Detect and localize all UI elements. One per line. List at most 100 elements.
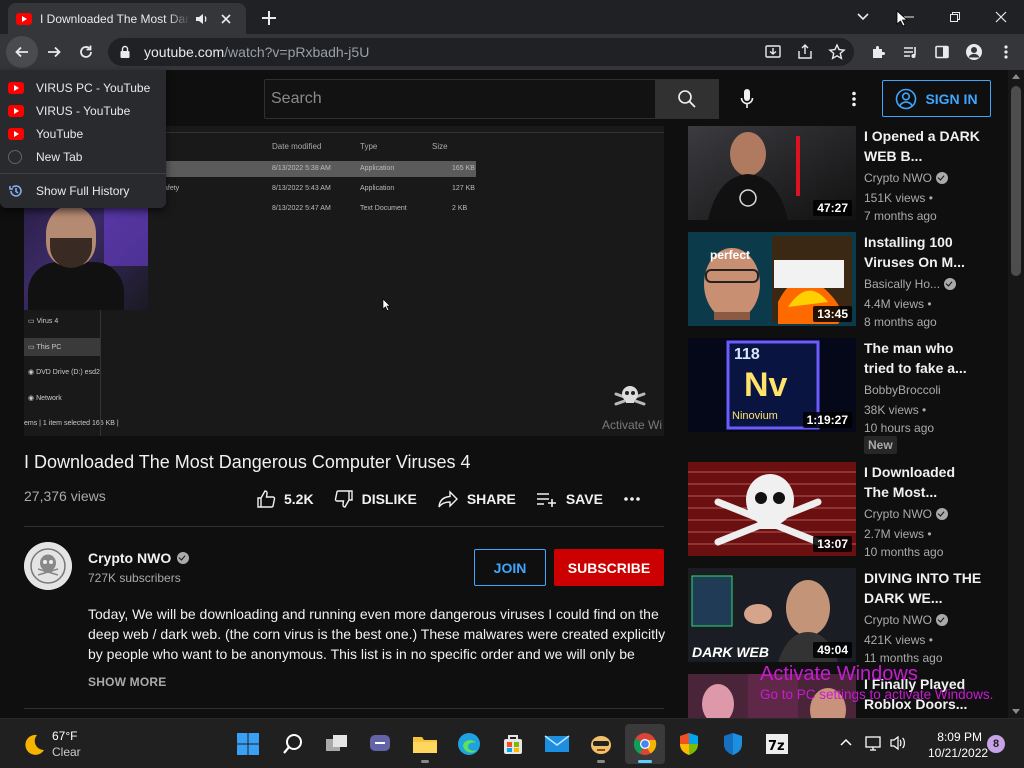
video-title[interactable]: I Downloaded The Most...: [864, 462, 982, 502]
edge-button[interactable]: [449, 724, 489, 764]
video-title[interactable]: DIVING INTO THE DARK WE...: [864, 568, 982, 608]
chrome-taskbar-button[interactable]: [625, 724, 665, 764]
lock-icon[interactable]: [118, 45, 132, 59]
volume-icon[interactable]: [889, 735, 907, 751]
video-thumbnail[interactable]: 13:07: [688, 462, 856, 556]
channel-name[interactable]: Crypto NWO: [864, 613, 949, 627]
video-title[interactable]: I Opened a DARK WEB B...: [864, 126, 982, 166]
show-full-history[interactable]: Show Full History: [0, 179, 166, 202]
voice-search-button[interactable]: [731, 83, 763, 115]
app-button[interactable]: [581, 724, 621, 764]
join-button[interactable]: JOIN: [474, 549, 546, 586]
chrome-menu-button[interactable]: [990, 38, 1022, 66]
channel-name-text: Crypto NWO: [864, 171, 933, 185]
show-hidden-icons-chevron-icon[interactable]: [839, 737, 853, 747]
weather-condition: Clear: [52, 745, 81, 759]
history-item-label: VIRUS - YouTube: [36, 103, 131, 118]
system-clock[interactable]: 8:09 PM 10/21/2022: [928, 729, 988, 761]
save-button[interactable]: SAVE: [536, 489, 603, 509]
scroll-up-arrow-icon[interactable]: [1012, 74, 1020, 79]
history-item[interactable]: New Tab: [0, 145, 166, 168]
search-box[interactable]: [264, 79, 656, 119]
store-button[interactable]: [493, 724, 533, 764]
defender-button[interactable]: [713, 724, 753, 764]
recommended-video[interactable]: DARK WEB 49:04 DIVING INTO THE DARK WE..…: [688, 568, 1008, 665]
restore-icon: [950, 12, 960, 22]
recommended-video[interactable]: 47:27 I Opened a DARK WEB B... Crypto NW…: [688, 126, 1008, 223]
video-title[interactable]: The man who tried to fake a...: [864, 338, 982, 378]
scrollbar-thumb[interactable]: [1011, 86, 1021, 276]
shield-multicolor-icon: [680, 733, 698, 755]
subscribe-button[interactable]: SUBSCRIBE: [554, 549, 664, 586]
tab-search-chevron-icon[interactable]: [852, 7, 874, 27]
search-input[interactable]: [271, 90, 655, 108]
channel-name[interactable]: Crypto NWO: [864, 171, 949, 185]
side-panel-button[interactable]: [926, 38, 958, 66]
minimize-button[interactable]: [886, 0, 932, 34]
browser-tab[interactable]: I Downloaded The Most Dangerous Computer…: [8, 3, 246, 34]
network-icon[interactable]: [865, 735, 883, 751]
video-meta: 4.4M views • 8 months ago: [864, 297, 937, 329]
history-item[interactable]: VIRUS PC - YouTube: [0, 76, 166, 99]
bookmark-star-icon[interactable]: [828, 43, 846, 61]
history-item[interactable]: VIRUS - YouTube: [0, 99, 166, 122]
notification-badge[interactable]: 8: [987, 735, 1005, 753]
7zip-button[interactable]: 7z: [757, 724, 797, 764]
address-bar[interactable]: youtube.com/watch?v=pRxbadh-j5U: [108, 38, 854, 66]
scroll-down-arrow-icon[interactable]: [1012, 709, 1020, 714]
channel-name[interactable]: Crypto NWO: [864, 507, 949, 521]
speaker-icon[interactable]: [194, 11, 210, 27]
recommended-video[interactable]: perfect 13:45 Installing 100 Viruses On …: [688, 232, 1008, 329]
weather-widget[interactable]: 67°F Clear: [18, 728, 98, 762]
more-actions-button[interactable]: [623, 496, 641, 502]
video-title[interactable]: Installing 100 Viruses On M...: [864, 232, 982, 272]
file-explorer-button[interactable]: [405, 724, 445, 764]
tab-strip: I Downloaded The Most Dangerous Computer…: [0, 0, 1024, 34]
recommended-video[interactable]: 118 Nv Ninovium 1:19:27 The man who trie…: [688, 338, 1008, 458]
task-view-button[interactable]: [317, 724, 357, 764]
like-button[interactable]: 5.2K: [256, 489, 314, 509]
channel-name[interactable]: Crypto NWO: [88, 550, 190, 566]
extensions-button[interactable]: [862, 38, 894, 66]
maximize-button[interactable]: [932, 0, 978, 34]
divider: [24, 708, 664, 709]
channel-name-text: BobbyBroccoli: [864, 383, 941, 397]
temperature: 67°F: [52, 729, 78, 743]
taskbar-search-button[interactable]: [273, 724, 313, 764]
close-window-button[interactable]: [978, 0, 1024, 34]
recommended-video[interactable]: 13:07 I Downloaded The Most... Crypto NW…: [688, 462, 1008, 559]
back-button[interactable]: [6, 36, 38, 68]
start-button[interactable]: [228, 724, 268, 764]
channel-name[interactable]: Basically Ho...: [864, 277, 957, 291]
chat-button[interactable]: [360, 724, 400, 764]
reload-button[interactable]: [70, 36, 102, 68]
video-title: I Downloaded The Most Dangerous Computer…: [24, 452, 471, 472]
mail-button[interactable]: [537, 724, 577, 764]
channel-name[interactable]: BobbyBroccoli: [864, 383, 941, 397]
video-thumbnail[interactable]: 47:27: [688, 126, 856, 220]
media-controls-button[interactable]: [894, 38, 926, 66]
url-text[interactable]: youtube.com/watch?v=pRxbadh-j5U: [144, 44, 369, 60]
sign-in-button[interactable]: SIGN IN: [882, 80, 991, 117]
dislike-button[interactable]: DISLIKE: [334, 489, 417, 509]
profile-button[interactable]: [958, 38, 990, 66]
share-button[interactable]: SHARE: [437, 489, 516, 509]
search-button[interactable]: [655, 79, 719, 119]
security-app-button[interactable]: [669, 724, 709, 764]
sign-in-label: SIGN IN: [925, 90, 978, 107]
channel-avatar[interactable]: [24, 542, 72, 590]
video-thumbnail[interactable]: DARK WEB 49:04: [688, 568, 856, 662]
settings-menu-button[interactable]: [840, 83, 868, 115]
history-item[interactable]: YouTube: [0, 122, 166, 145]
forward-button[interactable]: [38, 36, 70, 68]
view-count: 421K views: [864, 633, 926, 647]
new-tab-icon[interactable]: [258, 7, 280, 29]
close-tab-icon[interactable]: [218, 11, 234, 27]
video-thumbnail[interactable]: 118 Nv Ninovium 1:19:27: [688, 338, 856, 432]
thumbs-up-icon: [257, 490, 276, 508]
install-app-icon[interactable]: [764, 43, 782, 61]
share-page-icon[interactable]: [796, 43, 814, 61]
verified-check-icon: [936, 172, 949, 184]
video-thumbnail[interactable]: perfect 13:45: [688, 232, 856, 326]
show-more-button[interactable]: SHOW MORE: [88, 675, 166, 689]
